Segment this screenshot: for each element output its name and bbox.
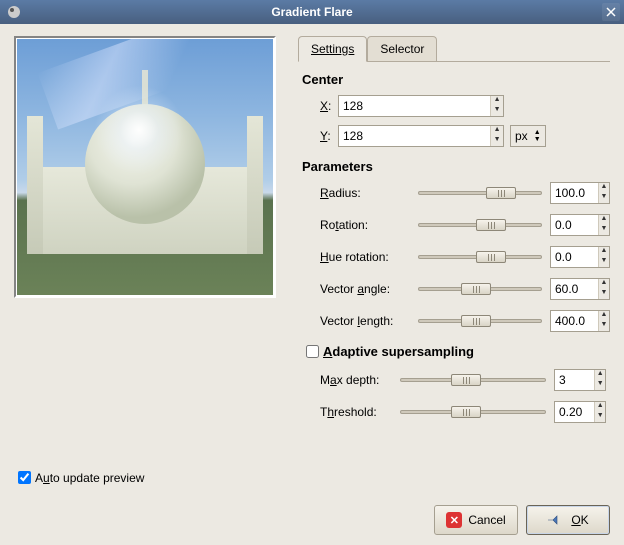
chevron-updown-icon: ▲▼ xyxy=(534,129,541,143)
tab-selector[interactable]: Selector xyxy=(367,36,437,61)
ok-label: OK xyxy=(571,513,588,527)
adaptive-checkbox[interactable] xyxy=(306,345,319,358)
radius-input[interactable]: ▲▼ xyxy=(550,182,610,204)
max-depth-input[interactable]: ▲▼ xyxy=(554,369,606,391)
max-depth-label: Max depth: xyxy=(320,373,400,387)
auto-update-label: Auto update preview xyxy=(35,471,144,485)
threshold-slider[interactable] xyxy=(400,402,546,422)
vector-angle-input[interactable]: ▲▼ xyxy=(550,278,610,300)
hue-label: Hue rotation: xyxy=(320,250,418,264)
max-depth-slider[interactable] xyxy=(400,370,546,390)
cancel-button[interactable]: ✕ Cancel xyxy=(434,505,518,535)
hue-slider[interactable] xyxy=(418,247,542,267)
radius-slider[interactable] xyxy=(418,183,542,203)
center-x-spinner[interactable]: ▲▼ xyxy=(490,96,503,116)
vector-angle-slider[interactable] xyxy=(418,279,542,299)
tab-settings[interactable]: Settings xyxy=(298,36,367,62)
tabs: Settings Selector xyxy=(298,36,610,62)
rotation-input[interactable]: ▲▼ xyxy=(550,214,610,236)
auto-update-checkbox[interactable] xyxy=(18,471,31,484)
ok-icon xyxy=(547,513,565,527)
unit-label: px xyxy=(515,129,528,143)
ok-button[interactable]: OK xyxy=(526,505,610,535)
center-y-input[interactable]: ▲▼ xyxy=(338,125,504,147)
cancel-icon: ✕ xyxy=(446,512,462,528)
gradient-flare-dialog: Gradient Flare xyxy=(0,0,624,545)
center-y-label: Y: xyxy=(320,129,338,143)
threshold-input[interactable]: ▲▼ xyxy=(554,401,606,423)
unit-selector[interactable]: px ▲▼ xyxy=(510,125,546,147)
window-title: Gradient Flare xyxy=(0,5,624,19)
cancel-label: Cancel xyxy=(468,513,505,527)
vector-length-label: Vector length: xyxy=(320,314,418,328)
rotation-slider[interactable] xyxy=(418,215,542,235)
rotation-label: Rotation: xyxy=(320,218,418,232)
section-center-heading: Center xyxy=(302,72,610,87)
vector-length-slider[interactable] xyxy=(418,311,542,331)
dialog-content: Auto update preview Settings Selector Ce… xyxy=(0,24,624,545)
radius-label: Radius: xyxy=(320,186,418,200)
preview-frame xyxy=(14,36,276,298)
center-y-spinner[interactable]: ▲▼ xyxy=(490,126,503,146)
close-icon xyxy=(606,7,616,17)
threshold-label: Threshold: xyxy=(320,405,400,419)
titlebar: Gradient Flare xyxy=(0,0,624,24)
close-button[interactable] xyxy=(602,3,620,21)
hue-input[interactable]: ▲▼ xyxy=(550,246,610,268)
section-parameters-heading: Parameters xyxy=(302,159,610,174)
vector-angle-label: Vector angle: xyxy=(320,282,418,296)
center-x-input[interactable]: ▲▼ xyxy=(338,95,504,117)
app-icon xyxy=(6,4,22,20)
section-adaptive-heading: Adaptive supersampling xyxy=(323,344,474,359)
center-x-label: X: xyxy=(320,99,338,113)
preview-image xyxy=(17,39,273,295)
vector-length-input[interactable]: ▲▼ xyxy=(550,310,610,332)
